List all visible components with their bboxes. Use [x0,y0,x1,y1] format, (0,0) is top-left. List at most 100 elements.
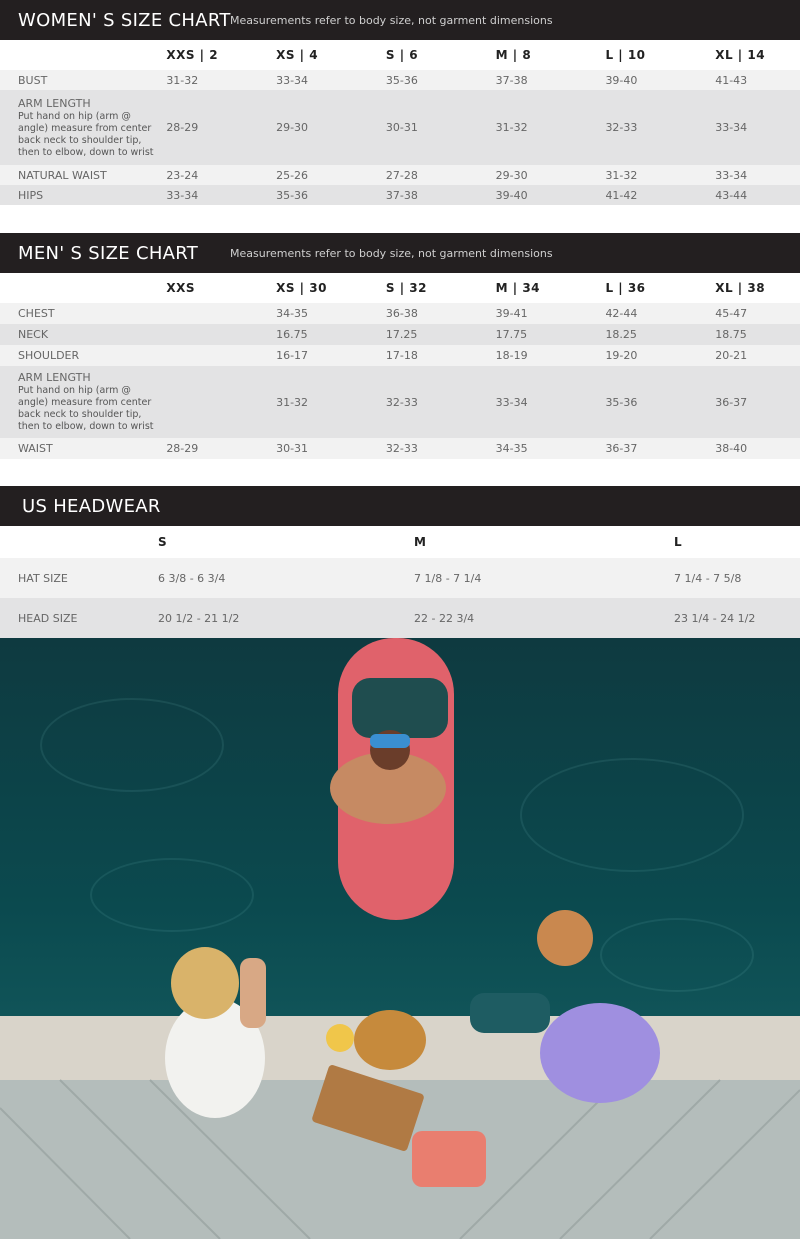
row-label: HIPS [18,188,44,202]
cell: 19-20 [605,349,638,362]
headwear-size-header-row: S M L [0,526,800,558]
man-shorts [470,993,550,1033]
table-row: BUST 31-32 33-34 35-36 37-38 39-40 41-43 [0,70,800,90]
cell: 35-36 [605,395,638,409]
cell: 41-43 [715,73,748,87]
cell: 7 1/4 - 7 5/8 [674,571,742,585]
cell: 31-32 [276,395,309,409]
cell: 39-40 [605,73,638,87]
cell: 31-32 [166,73,199,87]
cell: 7 1/8 - 7 1/4 [414,571,482,585]
row-label: WAIST [18,442,53,455]
surfer-shorts [352,678,448,738]
photo-figures [0,678,800,1239]
size-header: M | 8 [495,48,532,62]
table-row: HIPS 33-34 35-36 37-38 39-40 41-42 43-44 [0,185,800,205]
row-label: NATURAL WAIST [18,168,107,182]
man-shirt [540,1003,660,1103]
cell: 18.25 [605,328,637,341]
cell: 45-47 [715,307,748,320]
size-header: XXS [166,281,195,295]
cell: 17.75 [495,328,528,341]
cell: 31-32 [605,168,638,182]
lifestyle-photo [0,638,800,1239]
row-description: Put hand on hip (arm @ angle) measure fr… [18,385,154,432]
table-row: CHEST 34-35 36-38 39-41 42-44 45-47 [0,303,800,324]
cell: 35-36 [385,73,418,87]
size-header: S | 6 [385,48,419,62]
table-row: HEAD SIZE 20 1/2 - 21 1/2 22 - 22 3/4 23… [0,598,800,638]
women-chart-title: WOMEN' S SIZE CHART [18,9,231,31]
row-label: ARM LENGTH [18,371,91,384]
cell: 31-32 [495,121,528,134]
cell: 33-34 [495,395,528,409]
size-header: L | 36 [605,281,646,295]
cell: 16-17 [276,349,309,362]
cell: 23 1/4 - 24 1/2 [674,611,756,625]
cell: 36-37 [605,442,638,455]
size-header: XS | 30 [276,281,327,295]
row-description: Put hand on hip (arm @ angle) measure fr… [18,110,154,158]
chip-bowl [354,1010,426,1070]
cell: 27-28 [385,168,418,182]
cell: 34-35 [276,307,309,320]
cell: 20-21 [715,349,748,362]
cell: 39-40 [495,188,528,202]
cell: 39-41 [495,307,528,320]
cell: 32-33 [385,442,418,455]
cell: 28-29 [166,121,199,134]
cell: 33-34 [715,121,748,134]
cell: 23-24 [166,168,199,182]
table-row: ARM LENGTH Put hand on hip (arm @ angle)… [0,366,800,438]
cell: 6 3/8 - 6 3/4 [158,571,226,585]
cell: 38-40 [715,442,748,455]
row-label-block: ARM LENGTH Put hand on hip (arm @ angle)… [0,371,166,433]
row-label: BUST [18,73,48,87]
row-label: HAT SIZE [18,571,68,585]
headwear-title: US HEADWEAR [22,495,161,517]
size-header: XL | 38 [715,281,766,295]
woman-legs [240,958,266,1028]
table-row: NECK 16.75 17.25 17.75 18.25 18.75 [0,324,800,345]
row-label: CHEST [18,307,55,320]
size-header: XL | 14 [715,48,766,62]
cell: 36-37 [715,395,748,409]
salsa-bowl [326,1024,354,1052]
cell: 25-26 [276,168,309,182]
men-size-chart-header: MEN' S SIZE CHART Measurements refer to … [0,233,800,273]
cell: 16.75 [276,328,308,341]
size-header: L [674,535,682,549]
cell: 30-31 [385,121,418,134]
size-header: S [158,535,167,549]
row-label: HEAD SIZE [18,611,78,625]
cell: 29-30 [495,168,528,182]
men-chart-title: MEN' S SIZE CHART [18,242,199,264]
cell: 43-44 [715,188,748,202]
women-size-chart-header: WOMEN' S SIZE CHART Measurements refer t… [0,0,800,40]
cell: 37-38 [385,188,418,202]
cell: 34-35 [495,442,528,455]
size-header: XXS | 2 [166,48,219,62]
row-label: ARM LENGTH [18,96,91,110]
cell: 28-29 [166,442,199,455]
cell: 32-33 [605,121,638,134]
table-row: HAT SIZE 6 3/8 - 6 3/4 7 1/8 - 7 1/4 7 1… [0,558,800,598]
size-header: M | 34 [495,281,541,295]
surfer-cap [370,734,410,748]
row-label: NECK [18,328,49,341]
row-label-block: ARM LENGTH Put hand on hip (arm @ angle)… [0,97,166,159]
cell: 29-30 [276,121,309,134]
men-chart-note: Measurements refer to body size, not gar… [230,246,553,260]
table-row: SHOULDER 16-17 17-18 18-19 19-20 20-21 [0,345,800,366]
cell: 35-36 [276,188,309,202]
cell: 17.25 [385,328,418,341]
man-head [537,910,593,966]
cell: 18.75 [715,328,747,341]
cell: 41-42 [605,188,638,202]
cell: 37-38 [495,73,528,87]
cell: 32-33 [385,395,418,409]
cell: 36-38 [385,307,418,320]
cell: 18-19 [495,349,528,362]
cell: 33-34 [166,188,199,202]
cell: 42-44 [605,307,638,320]
